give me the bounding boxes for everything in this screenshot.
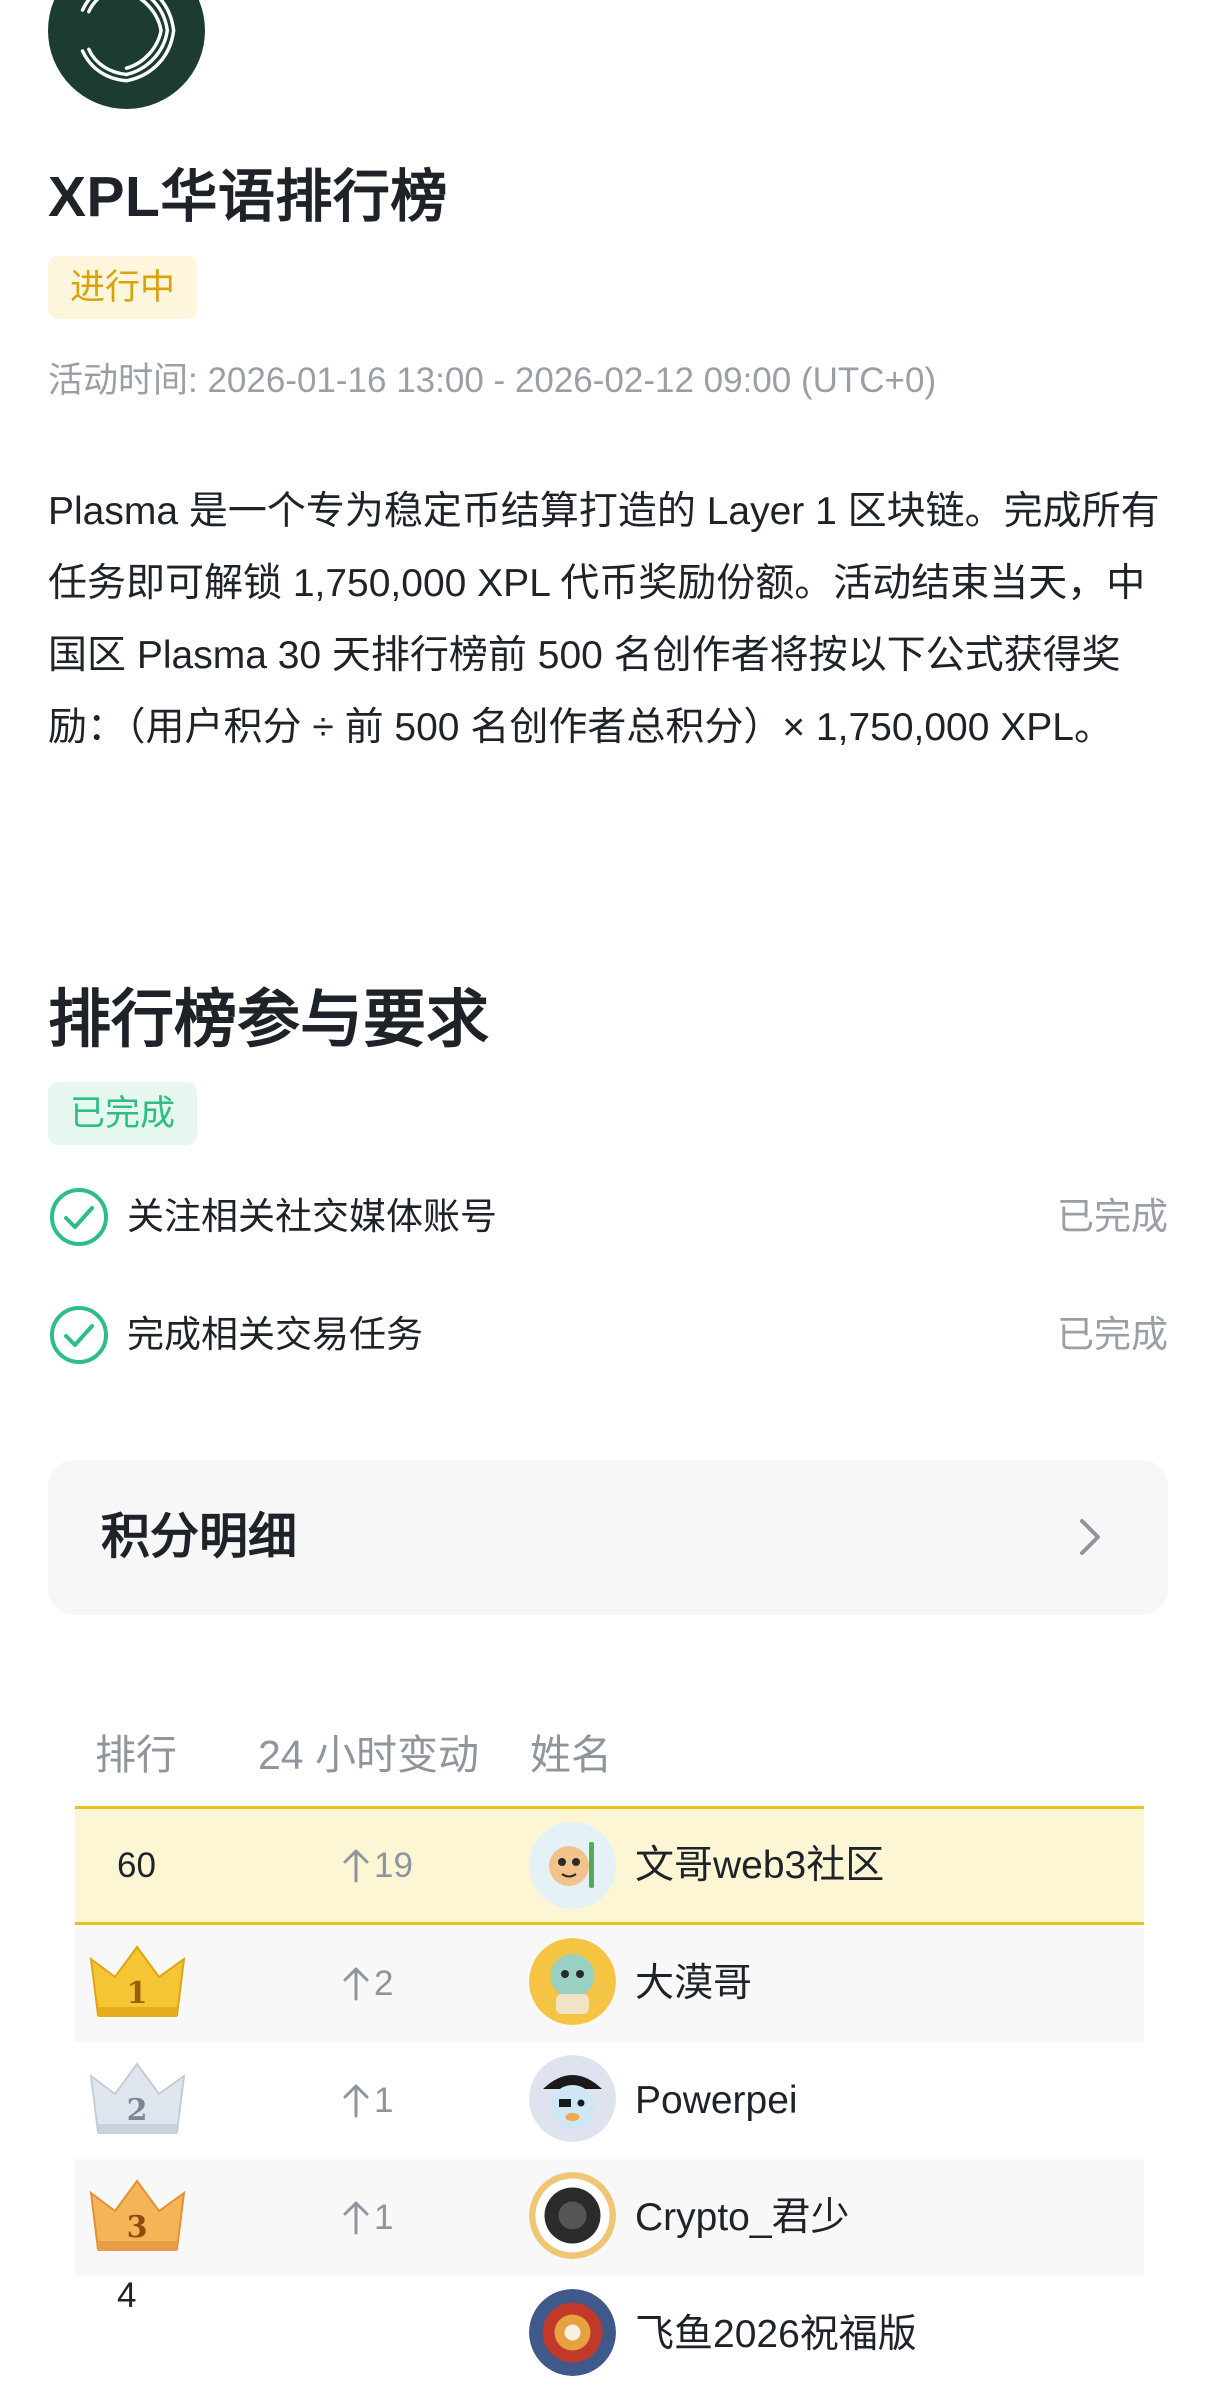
rank-value: 4 xyxy=(117,2276,137,2315)
rank-change-value: 1 xyxy=(374,2081,394,2120)
user-name: Powerpei xyxy=(635,2079,798,2122)
rank-change: 19 xyxy=(342,1809,413,1922)
user-name: 飞鱼2026祝福版 xyxy=(635,2313,917,2356)
requirement-status: 已完成 xyxy=(1057,1314,1168,1355)
bronze-crown-icon: 3 xyxy=(89,2179,186,2251)
rank-change: 2 xyxy=(342,1925,393,2042)
column-header-change: 24 小时变动 xyxy=(258,1732,479,1778)
avatar xyxy=(529,2172,616,2259)
requirement-item: 关注相关社交媒体账号 已完成 xyxy=(48,1182,1168,1252)
avatar xyxy=(529,1822,616,1909)
rank-change-value: 19 xyxy=(374,1846,413,1885)
table-row[interactable]: 2 1 Powerpei xyxy=(75,2042,1144,2159)
avatar xyxy=(529,1938,616,2025)
activity-time-range: 2026-01-16 13:00 - 2026-02-12 09:00 (UTC… xyxy=(207,361,937,400)
requirement-item: 完成相关交易任务 已完成 xyxy=(48,1300,1168,1370)
page-title: XPL华语排行榜 xyxy=(48,165,448,229)
check-circle-icon xyxy=(50,1306,108,1364)
silver-crown-icon: 2 xyxy=(89,2062,186,2134)
leaderboard-table: 60 19 文哥web3社区 1 2 大漠哥 2 1 Powerpei 3 1 … xyxy=(75,1806,1144,2393)
table-row[interactable]: 3 1 Crypto_君少 xyxy=(75,2159,1144,2276)
rank-value: 1 xyxy=(127,1976,148,2011)
user-name: 大漠哥 xyxy=(635,1962,753,2005)
plasma-logo-icon xyxy=(48,0,205,109)
rank-value: 3 xyxy=(127,2210,148,2245)
avatar xyxy=(529,2289,616,2376)
rank-change-value: 2 xyxy=(374,1964,394,2003)
table-row[interactable]: 1 2 大漠哥 xyxy=(75,1925,1144,2042)
points-detail-button[interactable]: 积分明细 xyxy=(48,1460,1168,1615)
user-name: 文哥web3社区 xyxy=(635,1844,885,1887)
rank-value: 2 xyxy=(127,2093,148,2128)
rank-change: 1 xyxy=(342,2042,393,2159)
arrow-up-icon xyxy=(343,1967,369,2001)
column-header-name: 姓名 xyxy=(530,1732,612,1778)
points-detail-label: 积分明细 xyxy=(101,1510,298,1564)
arrow-up-icon xyxy=(343,1849,369,1883)
requirement-label: 关注相关社交媒体账号 xyxy=(127,1196,497,1237)
table-row-current-user[interactable]: 60 19 文哥web3社区 xyxy=(75,1806,1144,1925)
column-header-rank: 排行 xyxy=(95,1732,177,1778)
chevron-right-icon xyxy=(1080,1519,1100,1555)
activity-time: 活动时间: 2026-01-16 13:00 - 2026-02-12 09:0… xyxy=(48,356,936,406)
gold-crown-icon: 1 xyxy=(89,1945,186,2017)
status-badge: 进行中 xyxy=(48,256,198,319)
requirement-label: 完成相关交易任务 xyxy=(127,1314,423,1355)
check-circle-icon xyxy=(50,1188,108,1246)
requirement-status: 已完成 xyxy=(1057,1196,1168,1237)
rank-change-value: 1 xyxy=(374,2198,394,2237)
arrow-up-icon xyxy=(343,2084,369,2118)
rank-change: 1 xyxy=(342,2159,393,2276)
user-name: Crypto_君少 xyxy=(635,2196,850,2239)
arrow-up-icon xyxy=(343,2201,369,2235)
campaign-description: Plasma 是一个专为稳定币结算打造的 Layer 1 区块链。完成所有任务即… xyxy=(48,490,1160,749)
requirements-status-badge: 已完成 xyxy=(48,1082,198,1145)
requirements-title: 排行榜参与要求 xyxy=(48,985,489,1055)
rank-value: 60 xyxy=(117,1846,156,1885)
table-row[interactable]: 4 飞鱼2026祝福版 xyxy=(75,2276,1144,2393)
avatar xyxy=(529,2055,616,2142)
activity-time-label: 活动时间: xyxy=(48,361,208,400)
